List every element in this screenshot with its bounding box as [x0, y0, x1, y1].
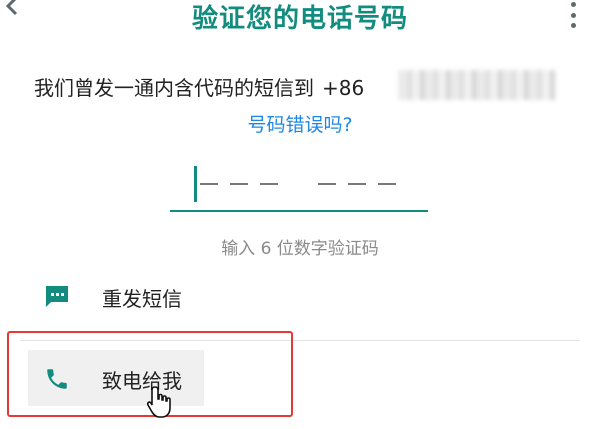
more-options-icon[interactable]	[566, 2, 580, 28]
resend-sms-label: 重发短信	[102, 287, 182, 311]
code-digit-slot	[318, 183, 336, 185]
resend-sms-button[interactable]: 重发短信	[28, 268, 204, 324]
code-digit-slot	[260, 183, 278, 185]
blurred-phone-number	[398, 70, 556, 100]
code-digit-slot	[200, 183, 218, 185]
code-digit-slot	[230, 183, 248, 185]
sms-sent-text: 我们曾发一通内含代码的短信到	[34, 76, 314, 100]
sms-sent-message: 我们曾发一通内含代码的短信到 +86	[34, 72, 364, 101]
wrong-number-link[interactable]: 号码错误吗?	[0, 110, 600, 137]
code-digit-slot	[348, 183, 366, 185]
message-icon	[46, 286, 68, 307]
country-code: +86	[322, 76, 365, 100]
top-bar: 验证您的电话号码	[0, 0, 600, 40]
text-cursor	[194, 166, 197, 202]
code-underline	[170, 210, 428, 212]
verification-code-input[interactable]	[170, 158, 428, 214]
code-digit-slot	[378, 183, 396, 185]
code-hint: 输入 6 位数字验证码	[221, 239, 379, 259]
pointer-hand-icon	[146, 386, 171, 418]
page-title: 验证您的电话号码	[191, 4, 408, 34]
